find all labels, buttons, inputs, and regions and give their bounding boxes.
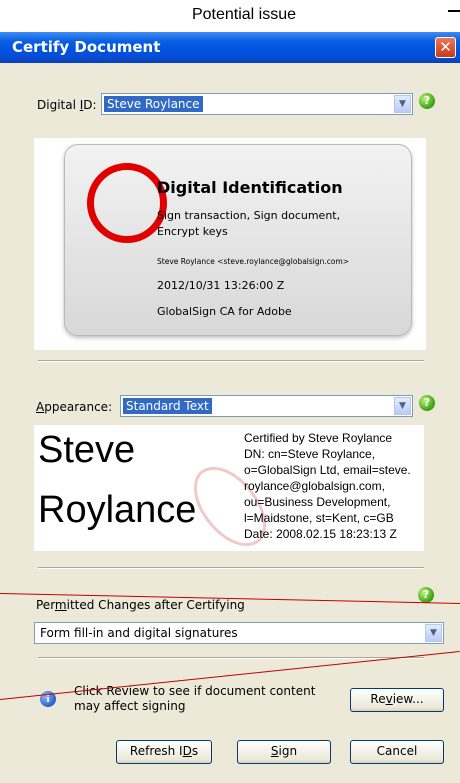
- appearance-label: Appearance:: [36, 400, 112, 414]
- signature-name-line-1: Steve: [38, 429, 136, 471]
- refresh-ids-button[interactable]: Refresh IDs: [116, 740, 212, 764]
- cert-detail-line: l=Maidstone, st=Kent, c=GB: [244, 511, 394, 525]
- cancel-button[interactable]: Cancel: [350, 740, 444, 764]
- cert-detail-line: ou=Business Development,: [244, 495, 391, 509]
- permitted-changes-value: Form fill-in and digital signatures: [40, 626, 238, 640]
- divider: [38, 567, 424, 569]
- refresh-button-mnemonic: D: [182, 744, 192, 758]
- cert-detail-line: o=GlobalSign Ltd, email=steve.: [244, 463, 411, 477]
- permitted-label-mnemonic: m: [54, 598, 67, 612]
- sign-button-text: ign: [278, 744, 298, 758]
- digital-id-label: Digital ID:: [37, 98, 97, 112]
- divider: [38, 360, 424, 362]
- chevron-down-icon[interactable]: ▼: [425, 624, 442, 642]
- review-button-suffix: iew...: [392, 692, 424, 706]
- id-card: Digital Identification Sign transaction,…: [64, 144, 412, 336]
- signature-name-line-2: Roylance: [38, 489, 197, 531]
- review-info-line-1: Click Review to see if document content: [74, 684, 316, 698]
- close-button[interactable]: ✕: [435, 37, 456, 58]
- review-button[interactable]: Review...: [350, 688, 444, 712]
- cert-detail-line: DN: cn=Steve Roylance,: [244, 447, 376, 461]
- card-issuer: GlobalSign CA for Adobe: [157, 305, 292, 318]
- card-date: 2012/10/31 13:26:00 Z: [157, 279, 285, 292]
- certify-document-dialog: Certify Document ✕ Digital ID: Steve Roy…: [0, 32, 460, 783]
- divider: [38, 657, 424, 659]
- signature-appearance-preview: Steve Roylance Certified by Steve Roylan…: [34, 425, 424, 551]
- title-bar: Certify Document ✕: [0, 32, 460, 63]
- refresh-button-suffix: s: [191, 744, 199, 758]
- card-title: Digital Identification: [157, 178, 343, 197]
- card-usage-line-1: Sign transaction, Sign document,: [157, 209, 341, 222]
- appearance-label-mnemonic: A: [36, 400, 45, 414]
- digital-id-preview: Digital Identification Sign transaction,…: [34, 138, 426, 350]
- cert-detail-line: Date: 2008.02.15 18:23:13 Z: [244, 527, 397, 541]
- appearance-label-text: ppearance:: [44, 400, 113, 414]
- cert-detail-line: roylance@globalsign.com,: [244, 479, 385, 493]
- caption-text: Potential issue: [191, 6, 297, 23]
- appearance-value: Standard Text: [123, 398, 212, 414]
- appearance-select[interactable]: Standard Text ▼: [120, 395, 413, 417]
- chevron-down-icon[interactable]: ▼: [394, 95, 411, 113]
- digital-id-select[interactable]: Steve Roylance ▼: [101, 93, 413, 115]
- permitted-label-suffix: itted Changes after Certifying: [66, 598, 245, 612]
- help-icon[interactable]: ?: [419, 93, 435, 109]
- digital-id-label-text: Digital: [37, 98, 80, 112]
- digital-id-value: Steve Roylance: [104, 96, 203, 112]
- digital-id-label-suffix: D:: [83, 98, 97, 112]
- card-email: Steve Roylance <steve.roylance@globalsig…: [157, 257, 350, 266]
- permitted-changes-label: Permitted Changes after Certifying: [36, 598, 245, 612]
- chevron-down-icon[interactable]: ▼: [394, 397, 411, 415]
- help-icon[interactable]: ?: [419, 395, 435, 411]
- permitted-label-text: Per: [36, 598, 55, 612]
- annotation-circle: [87, 163, 167, 243]
- card-usage-line-2: Encrypt keys: [157, 225, 228, 238]
- review-info-line-2: may affect signing: [74, 699, 186, 713]
- sign-button-mnemonic: S: [270, 744, 279, 758]
- cert-detail-line: Certified by Steve Roylance: [244, 431, 393, 445]
- sign-button[interactable]: Sign: [237, 740, 331, 764]
- review-button-mnemonic: v: [385, 692, 393, 706]
- help-icon[interactable]: ?: [418, 587, 434, 603]
- dialog-title: Certify Document: [12, 38, 161, 56]
- review-button-text: Re: [370, 692, 386, 706]
- refresh-button-text: Refresh I: [129, 744, 183, 758]
- top-edge-mark: [448, 10, 460, 12]
- permitted-changes-select[interactable]: Form fill-in and digital signatures ▼: [34, 622, 444, 644]
